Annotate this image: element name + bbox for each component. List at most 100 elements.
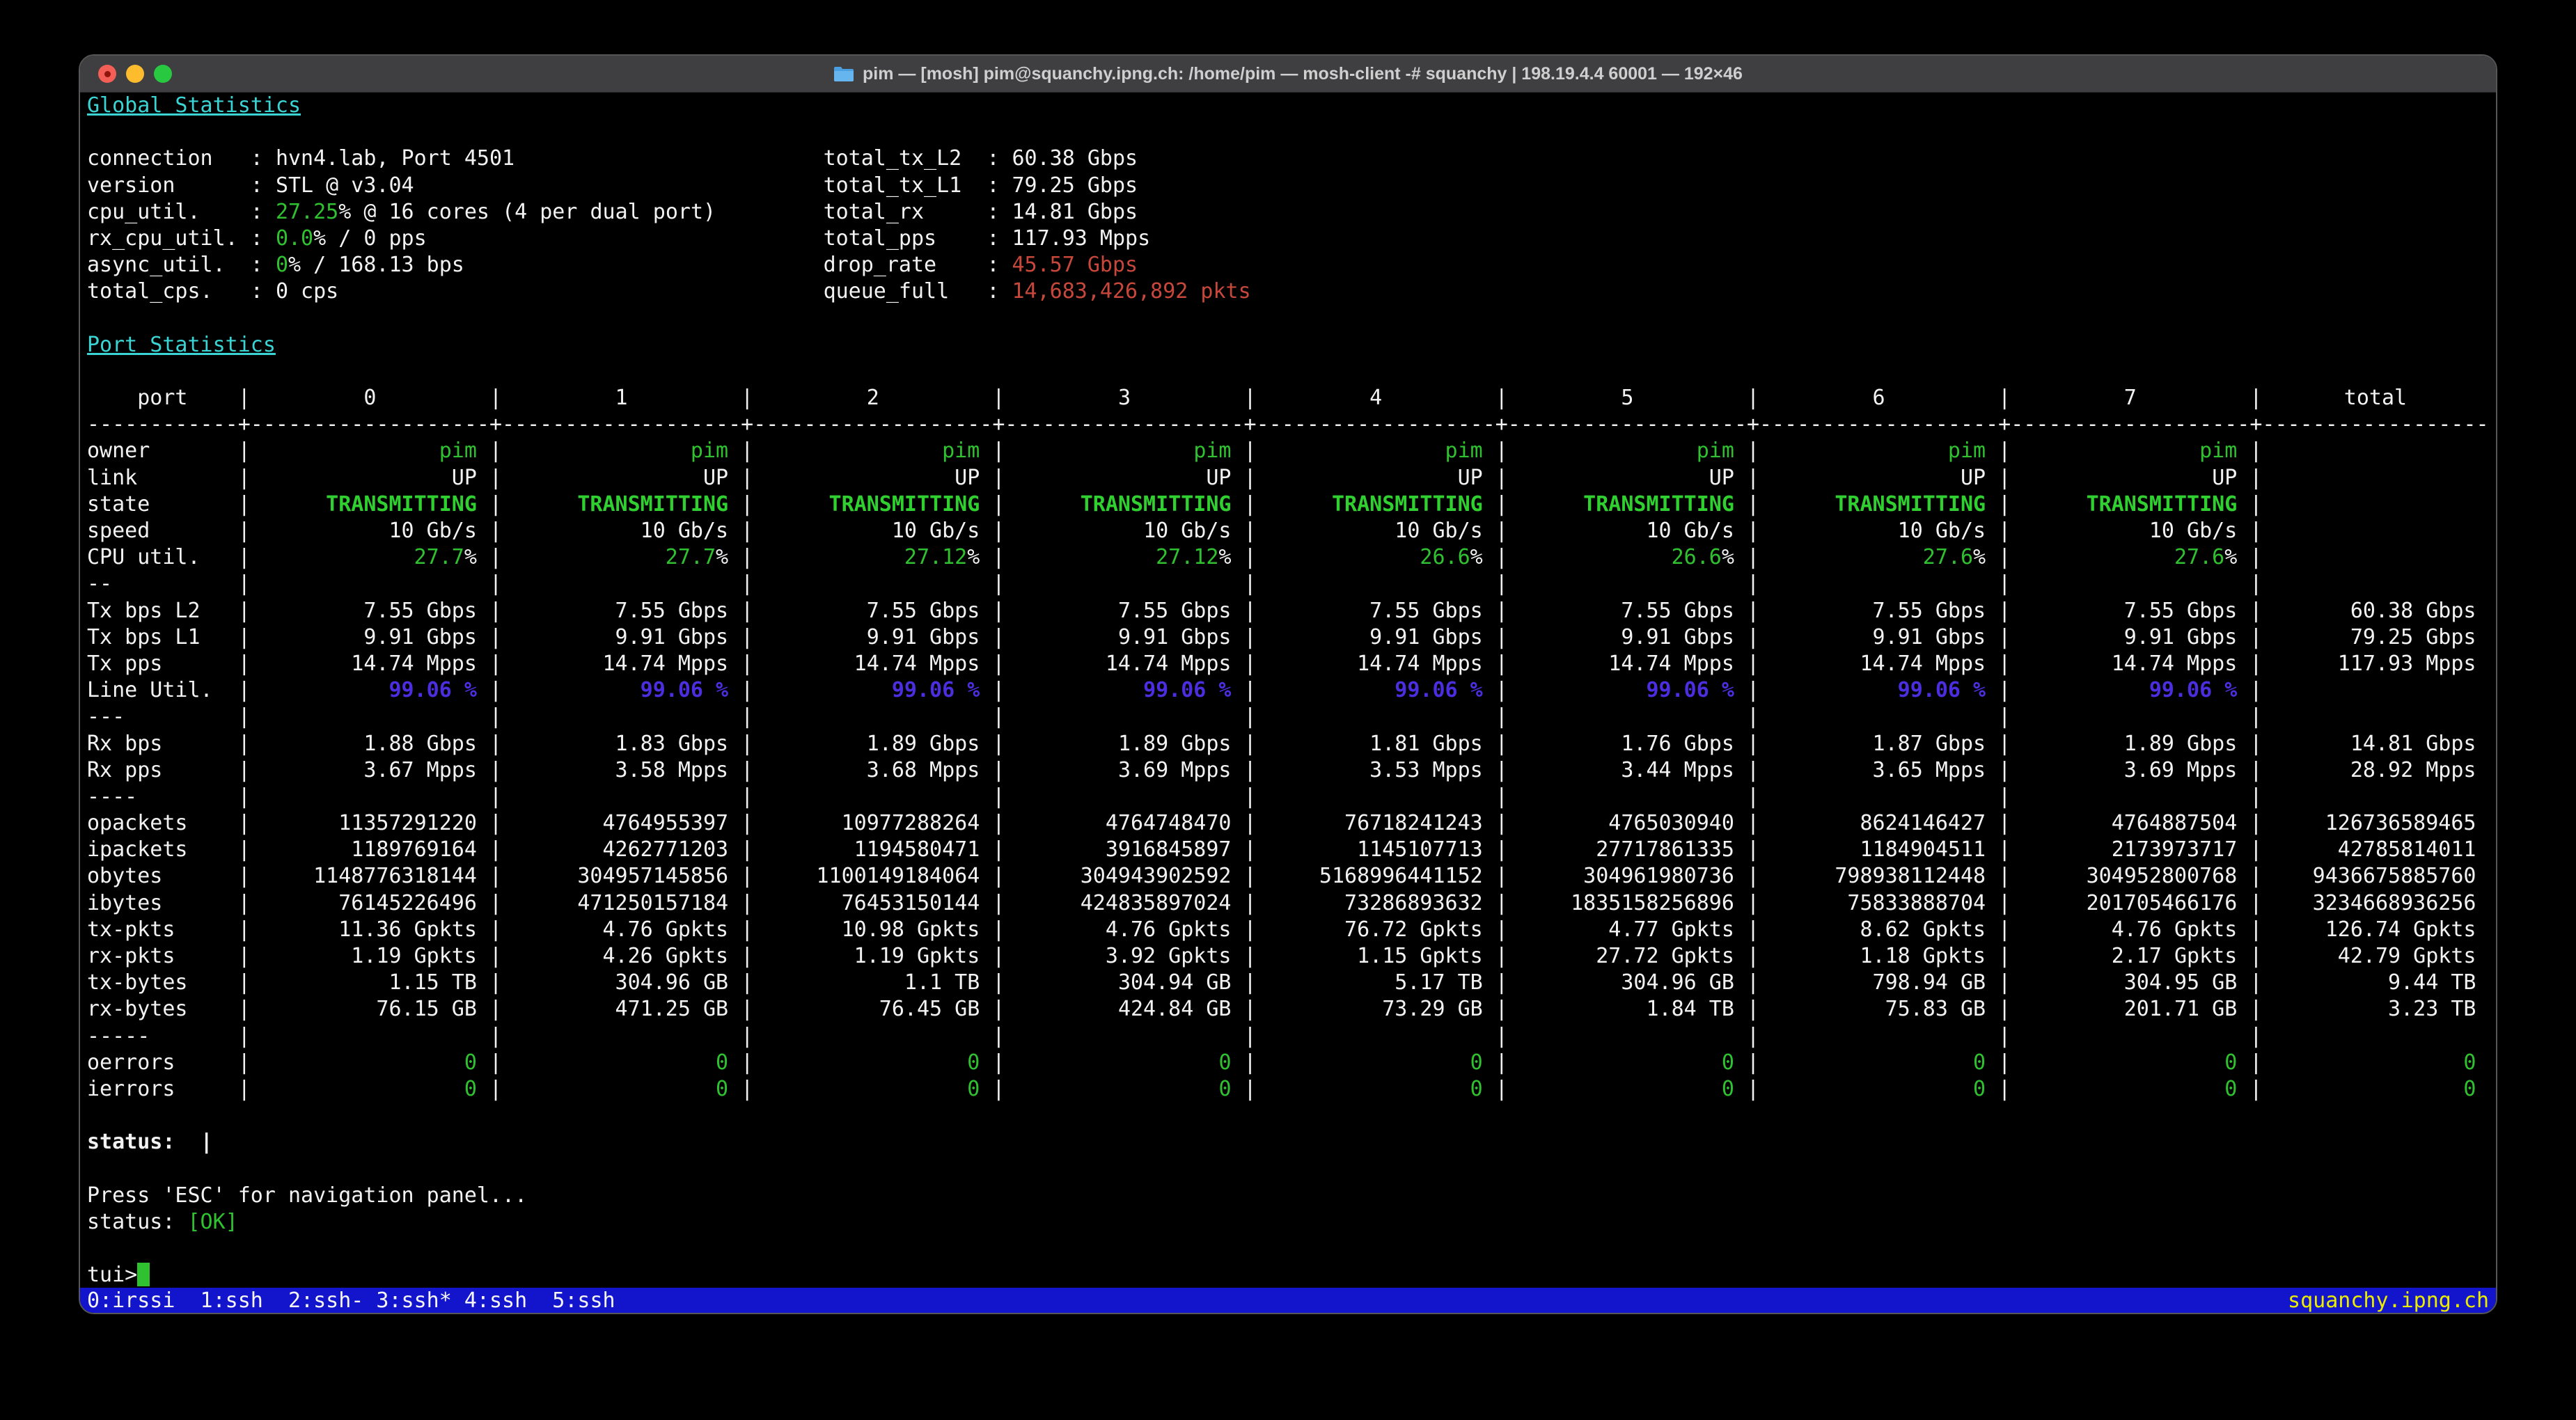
cell: 126736589465 [2262,810,2488,837]
cell [2262,544,2488,571]
column-divider: | [238,943,251,970]
port-row-link: link|UP|UP|UP|UP|UP|UP|UP|UP| [87,465,2489,491]
cell: 10 Gb/s [502,518,741,544]
minimize-button[interactable] [126,65,144,83]
port-statistics-link[interactable]: Port Statistics [87,333,276,357]
column-divider: | [992,385,1005,411]
cell [1759,571,1998,597]
esc-hint-text: Press 'ESC' for navigation panel... [87,1183,527,1208]
column-divider: | [1244,571,1257,597]
column-divider: | [2249,624,2262,651]
column-divider: | [1747,544,1759,571]
column-divider: | [741,598,753,624]
column-divider: | [1244,757,1257,784]
screen-statusbar: 0:irssi 1:ssh 2:ssh- 3:ssh* 4:ssh 5:ssh … [80,1288,2496,1314]
cell: 75.83 GB [1759,996,1998,1023]
cell: 7.55 Gbps [502,598,741,624]
cell: 10.98 Gpkts [753,917,992,943]
cell: 27.6% [2011,544,2249,571]
cell: 75833888704 [1759,890,1998,917]
column-divider: | [1495,465,1508,491]
cell: 9436675885760 [2262,863,2488,890]
column-divider: | [992,970,1005,996]
column-divider: | [1244,704,1257,730]
prompt-line[interactable]: tui> [87,1262,2489,1288]
cell [251,1023,489,1050]
zoom-button[interactable] [154,65,172,83]
column-divider: | [1495,544,1508,571]
column-divider: | [1244,837,1257,863]
column-divider: | [1495,731,1508,757]
global-statistics-link[interactable]: Global Statistics [87,93,301,118]
port-row-tx-bytes: tx-bytes|1.15 TB|304.96 GB|1.1 TB|304.94… [87,970,2489,996]
column-divider: | [1244,491,1257,518]
column-divider: | [238,624,251,651]
cell: 1.88 Gbps [251,731,489,757]
global-stat-right: total_tx_L1 : 79.25 Gbps [824,173,1138,199]
cell [251,784,489,810]
cell: TRANSMITTING [753,491,992,518]
column-divider: | [2249,837,2262,863]
cell: 5168996441152 [1257,863,1495,890]
column-divider: | [1244,438,1257,464]
cell: 76453150144 [753,890,992,917]
column-divider: | [1244,970,1257,996]
row-label: ipackets [87,837,238,863]
column-divider: | [2249,704,2262,730]
cell: 471.25 GB [502,996,741,1023]
cell: 0 [251,1076,489,1103]
column-header: 0 [251,385,489,411]
cell: 73.29 GB [1257,996,1495,1023]
column-divider: | [489,837,502,863]
column-divider: | [489,385,502,411]
cell [1005,571,1243,597]
cell: 10 Gb/s [1257,518,1495,544]
cell: 3.69 Mpps [2011,757,2249,784]
cell: 9.91 Gbps [1005,624,1243,651]
column-divider: | [741,518,753,544]
column-divider: | [238,757,251,784]
column-divider: | [1747,677,1759,704]
cell: 1148776318144 [251,863,489,890]
port-row--: ----||||||||| [87,784,2489,810]
cell [2262,677,2488,704]
column-divider: | [1244,1023,1257,1050]
column-divider: | [489,518,502,544]
column-divider: | [1747,1076,1759,1103]
cell: 0 [1508,1076,1747,1103]
column-header: 5 [1508,385,1747,411]
column-divider: | [741,544,753,571]
cell: 0 [502,1050,741,1076]
cell: 8.62 Gpkts [1759,917,1998,943]
cell: 14.74 Mpps [1257,651,1495,677]
column-divider: | [489,704,502,730]
cell: 1.15 Gpkts [1257,943,1495,970]
table-header-row: port|0|1|2|3|4|5|6|7|total [87,385,2489,411]
column-divider: | [489,598,502,624]
cell [1508,784,1747,810]
column-divider: | [1244,890,1257,917]
column-divider: | [1244,996,1257,1023]
column-divider: | [238,917,251,943]
cell [2262,438,2488,464]
cell: 304952800768 [2011,863,2249,890]
column-divider: | [238,571,251,597]
global-stat-value: 0.0 [276,226,313,251]
cell: 3.44 Mpps [1508,757,1747,784]
column-divider: | [1495,491,1508,518]
close-button[interactable] [98,65,116,83]
window-titlebar[interactable]: pim — [mosh] pim@squanchy.ipng.ch: /home… [80,56,2496,93]
column-divider: | [238,704,251,730]
column-divider: | [1244,624,1257,651]
column-divider: | [2249,518,2262,544]
column-divider: | [992,571,1005,597]
column-divider: | [992,863,1005,890]
column-divider: | [238,518,251,544]
column-divider: | [1998,731,2011,757]
column-divider: | [489,491,502,518]
column-divider: | [2249,1050,2262,1076]
global-stat-label: rx_cpu_util. : [87,226,276,251]
column-divider: | [2249,544,2262,571]
column-divider: | [1998,624,2011,651]
cell: 14.74 Mpps [502,651,741,677]
